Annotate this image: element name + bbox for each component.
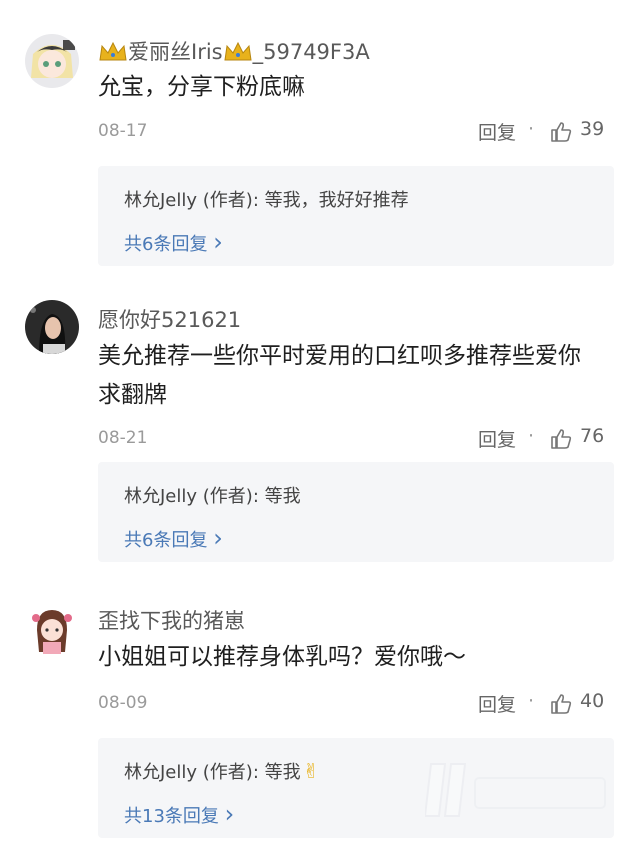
- chevron-right-icon: ›: [213, 228, 223, 256]
- crown-icon: [223, 40, 253, 67]
- author-reply: 林允Jelly (作者): 等我 ✌: [124, 758, 319, 784]
- view-replies-link[interactable]: 共6条回复 ›: [124, 524, 223, 552]
- victory-hand-emoji: ✌: [302, 759, 320, 783]
- view-replies-link[interactable]: 共6条回复 ›: [124, 228, 223, 256]
- avatar[interactable]: [25, 604, 79, 658]
- reply-button[interactable]: 回复: [478, 690, 516, 717]
- chevron-right-icon: ›: [213, 524, 223, 552]
- thumbs-up-icon[interactable]: [550, 693, 572, 715]
- comment-date: 08-09: [98, 693, 148, 713]
- author-reply-text: : 等我: [252, 762, 301, 783]
- view-replies-label: 共6条回复: [124, 530, 208, 551]
- avatar[interactable]: [25, 34, 79, 88]
- separator-dot: ·: [528, 425, 535, 447]
- reply-button[interactable]: 回复: [478, 425, 516, 452]
- comment-text: 美允推荐一些你平时爱用的口红呗多推荐些爱你求翻牌: [98, 343, 581, 408]
- username[interactable]: 爱丽丝Iris _59749F3A: [98, 36, 370, 67]
- comment-text: 小姐姐可以推荐身体乳吗？爱你哦～: [98, 644, 466, 670]
- like-count: 40: [580, 690, 605, 712]
- comment-date: 08-17: [98, 121, 148, 141]
- comment-1: 爱丽丝Iris _59749F3A 允宝，分享下粉底嘛 08-17 回复 · 3…: [0, 0, 640, 290]
- view-replies-link[interactable]: 共13条回复 ›: [124, 800, 234, 828]
- avatar[interactable]: [25, 300, 79, 354]
- like-count: 39: [580, 118, 605, 140]
- author-reply-name[interactable]: 林允Jelly (作者): [124, 762, 253, 783]
- author-reply-name[interactable]: 林允Jelly (作者): [124, 190, 253, 211]
- author-reply-box: 林允Jelly (作者): 等我 共6条回复 ›: [98, 462, 614, 562]
- view-replies-label: 共6条回复: [124, 234, 208, 255]
- author-reply-name[interactable]: 林允Jelly (作者): [124, 486, 253, 507]
- crown-icon: [98, 40, 128, 67]
- comment-text: 允宝，分享下粉底嘛: [98, 74, 305, 100]
- author-reply: 林允Jelly (作者): 等我: [124, 482, 301, 508]
- separator-dot: ·: [528, 118, 535, 140]
- username-prefix: 爱丽丝Iris: [128, 40, 223, 64]
- author-reply-text: : 等我，我好好推荐: [252, 190, 409, 211]
- like-count: 76: [580, 425, 605, 447]
- chevron-right-icon: ›: [224, 800, 235, 828]
- view-replies-label: 共13条回复: [124, 806, 219, 827]
- reply-button[interactable]: 回复: [478, 118, 516, 145]
- thumbs-up-icon[interactable]: [550, 428, 572, 450]
- author-reply-box: 林允Jelly (作者): 等我，我好好推荐 共6条回复 ›: [98, 166, 614, 266]
- separator-dot: ·: [528, 690, 535, 712]
- comment-date: 08-21: [98, 428, 148, 448]
- watermark-graphic: [423, 758, 615, 822]
- username-suffix: _59749F3A: [252, 40, 370, 64]
- username[interactable]: 愿你好521621: [98, 304, 241, 334]
- author-reply: 林允Jelly (作者): 等我，我好好推荐: [124, 186, 409, 212]
- thumbs-up-icon[interactable]: [550, 121, 572, 143]
- username[interactable]: 歪找下我的猪崽: [98, 605, 245, 635]
- author-reply-text: : 等我: [252, 486, 301, 507]
